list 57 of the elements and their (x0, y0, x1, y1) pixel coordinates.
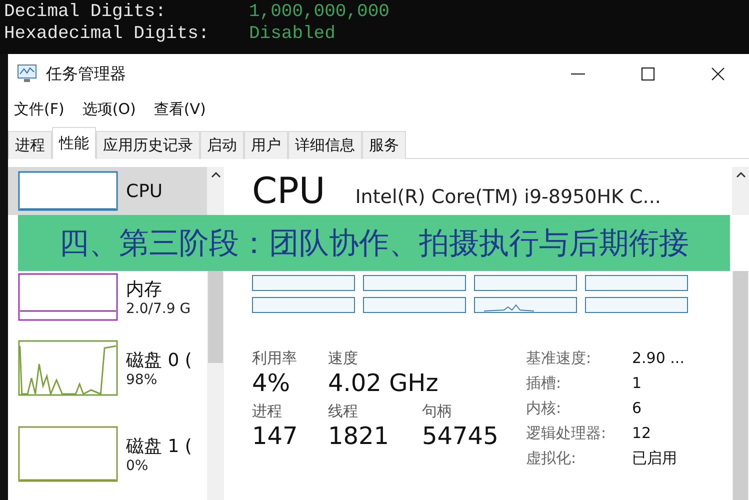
tab[interactable]: 服务 (362, 131, 406, 159)
device-usage: 0% (126, 458, 150, 474)
menu-item[interactable]: 选项(O) (82, 100, 136, 118)
detail-label: 插槽: (526, 374, 562, 393)
menu-item[interactable]: 文件(F) (14, 100, 64, 118)
device-usage: 2.0/7.9 G (126, 301, 191, 317)
stat-label: 进程 (252, 402, 283, 421)
stat-label: 线程 (328, 402, 359, 421)
stat-label: 速度 (328, 349, 359, 368)
stat-value: 147 (252, 421, 299, 451)
device-name: 磁盘 0 ( (126, 349, 192, 372)
scroll-up-icon[interactable] (736, 171, 746, 179)
detail-label: 基准速度: (526, 349, 592, 368)
detail-value: 已启用 (632, 449, 678, 468)
stat-value: 4% (252, 368, 292, 398)
detail-label: 虚拟化: (526, 449, 578, 468)
menu-item[interactable]: 查看(V) (154, 100, 206, 118)
detail-value: 1 (632, 374, 643, 393)
stat-value: 4.02 GHz (328, 368, 440, 398)
device-name: 内存 (126, 278, 163, 301)
device-name: CPU (126, 180, 163, 202)
detail-label: 内核: (526, 399, 562, 418)
device-name: 磁盘 1 ( (126, 435, 192, 458)
monitor-icon (16, 64, 38, 84)
minimize-icon (571, 73, 585, 75)
close-icon (711, 67, 725, 81)
detail-label: 逻辑处理器: (526, 424, 608, 443)
detail-value: 6 (632, 399, 643, 418)
stat-value: 54745 (422, 421, 500, 451)
maximize-icon (641, 67, 655, 81)
console-label: Decimal Digits: (4, 1, 168, 23)
console-value: 1,000,000,000 (249, 1, 390, 23)
tab[interactable]: 应用历史记录 (96, 131, 200, 159)
sidebar-item[interactable]: 内存 2.0/7.9 G (8, 271, 207, 323)
sidebar-item[interactable]: 磁盘 0 ( 98% (8, 327, 207, 409)
stat-label: 句柄 (422, 402, 453, 421)
detail-value: 12 (632, 424, 652, 443)
device-usage: 98% (126, 372, 158, 388)
tab[interactable]: 启动 (200, 131, 244, 159)
scrollbar-thumb[interactable] (733, 271, 748, 500)
stat-label: 利用率 (252, 349, 298, 368)
cpu-title: CPU (252, 171, 326, 213)
cpu-model: Intel(R) Core(TM) i9-8950HK C... (355, 186, 661, 208)
detail-value: 2.90 ... (632, 349, 686, 368)
window-title: 任务管理器 (46, 64, 127, 84)
console-label: Hexadecimal Digits: (4, 23, 210, 45)
tab[interactable]: 用户 (244, 131, 288, 159)
stat-value: 1821 (328, 421, 390, 451)
caption-banner: 四、第三阶段：团队协作、拍摄执行与后期衔接 (18, 215, 730, 271)
scrollbar-thumb[interactable] (208, 271, 223, 363)
sidebar-item[interactable]: CPU (8, 167, 207, 215)
tab[interactable]: 进程 (8, 131, 52, 159)
console-value: Disabled (249, 23, 336, 45)
scroll-up-icon[interactable] (210, 171, 220, 179)
tab[interactable]: 性能 (52, 127, 96, 159)
tab[interactable]: 详细信息 (288, 131, 362, 159)
sidebar-item[interactable]: 磁盘 1 ( 0% (8, 413, 207, 495)
